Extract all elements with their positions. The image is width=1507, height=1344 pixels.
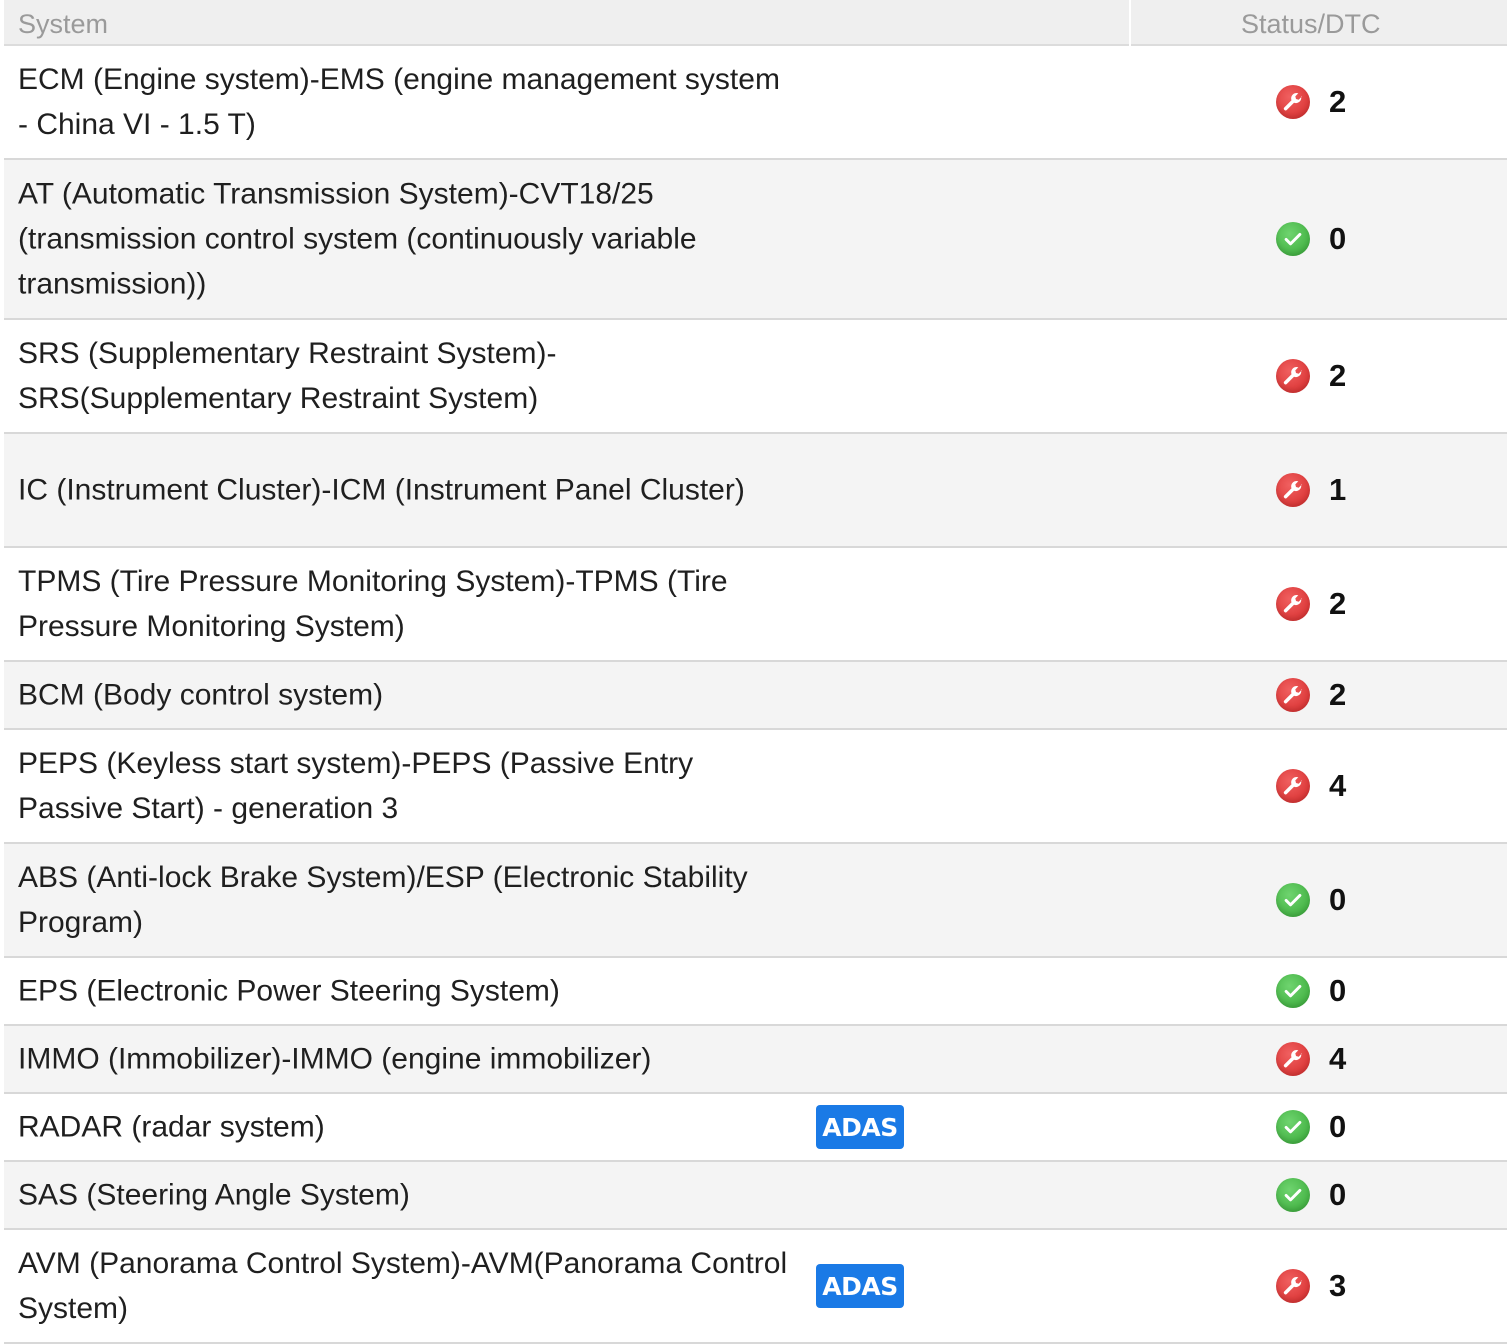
system-name: RADAR (radar system) [18, 1110, 325, 1144]
system-name: AVM (Panorama Control System)-AVM(Panora… [18, 1247, 788, 1325]
dtc-count: 4 [1329, 1041, 1347, 1076]
status-dtc: 4 [1276, 1041, 1346, 1077]
table-row[interactable]: EPS (Electronic Power Steering System) 0 [4, 958, 1507, 1026]
check-icon [1276, 974, 1310, 1008]
status-dtc: 3 [1276, 1268, 1346, 1304]
adas-badge: ADAS [816, 1105, 904, 1149]
table-row[interactable]: ECM (Engine system)-EMS (engine manageme… [4, 46, 1507, 160]
check-icon [1276, 1178, 1310, 1212]
wrench-icon [1276, 1269, 1310, 1303]
status-dtc: 0 [1276, 882, 1346, 918]
table-row[interactable]: AT (Automatic Transmission System)-CVT18… [4, 160, 1507, 320]
wrench-icon [1276, 473, 1310, 507]
system-name: SRS (Supplementary Restraint System)-SRS… [18, 337, 557, 415]
table-row[interactable]: BCM (Body control system) 2 [4, 662, 1507, 730]
wrench-icon [1276, 587, 1310, 621]
status-dtc: 4 [1276, 768, 1346, 804]
status-dtc: 1 [1276, 472, 1346, 508]
status-dtc: 0 [1276, 973, 1346, 1009]
wrench-icon [1276, 85, 1310, 119]
wrench-icon [1276, 769, 1310, 803]
system-name: SAS (Steering Angle System) [18, 1178, 410, 1212]
dtc-count: 2 [1329, 677, 1347, 712]
system-name: EPS (Electronic Power Steering System) [18, 974, 560, 1008]
wrench-icon [1276, 1042, 1310, 1076]
status-dtc: 2 [1276, 358, 1346, 394]
table-row[interactable]: IMMO (Immobilizer)-IMMO (engine immobili… [4, 1026, 1507, 1094]
table-row[interactable]: TPMS (Tire Pressure Monitoring System)-T… [4, 548, 1507, 662]
table-header: System Status/DTC [4, 0, 1507, 46]
dtc-count: 2 [1329, 84, 1347, 119]
column-header-status: Status/DTC [1241, 9, 1381, 39]
dtc-count: 0 [1329, 973, 1347, 1008]
check-icon [1276, 222, 1310, 256]
dtc-count: 0 [1329, 221, 1347, 256]
table-row[interactable]: ABS (Anti-lock Brake System)/ESP (Electr… [4, 844, 1507, 958]
check-icon [1276, 883, 1310, 917]
status-dtc: 2 [1276, 586, 1346, 622]
table-body: ECM (Engine system)-EMS (engine manageme… [4, 46, 1507, 1344]
dtc-count: 1 [1329, 472, 1347, 507]
wrench-icon [1276, 359, 1310, 393]
system-name: IMMO (Immobilizer)-IMMO (engine immobili… [18, 1042, 652, 1076]
table-row[interactable]: PEPS (Keyless start system)-PEPS (Passiv… [4, 730, 1507, 844]
system-name: IC (Instrument Cluster)-ICM (Instrument … [18, 473, 745, 507]
system-status-table: System Status/DTC ECM (Engine system)-EM… [4, 0, 1507, 1344]
system-name: PEPS (Keyless start system)-PEPS (Passiv… [18, 747, 694, 825]
status-dtc: 0 [1276, 221, 1346, 257]
table-row[interactable]: AVM (Panorama Control System)-AVM(Panora… [4, 1230, 1507, 1344]
status-dtc: 0 [1276, 1177, 1346, 1213]
system-name: AT (Automatic Transmission System)-CVT18… [18, 177, 697, 301]
dtc-count: 2 [1329, 358, 1347, 393]
system-name: TPMS (Tire Pressure Monitoring System)-T… [18, 565, 728, 643]
dtc-count: 0 [1329, 1177, 1347, 1212]
table-row[interactable]: IC (Instrument Cluster)-ICM (Instrument … [4, 434, 1507, 548]
table-row[interactable]: RADAR (radar system) ADAS 0 [4, 1094, 1507, 1162]
check-icon [1276, 1110, 1310, 1144]
table-row[interactable]: SAS (Steering Angle System) 0 [4, 1162, 1507, 1230]
dtc-count: 0 [1329, 1109, 1347, 1144]
status-dtc: 2 [1276, 84, 1346, 120]
dtc-count: 2 [1329, 586, 1347, 621]
column-header-system: System [18, 9, 109, 39]
adas-badge: ADAS [816, 1264, 904, 1308]
status-dtc: 0 [1276, 1109, 1346, 1145]
system-name: ABS (Anti-lock Brake System)/ESP (Electr… [18, 861, 748, 939]
dtc-count: 0 [1329, 882, 1347, 917]
system-name: ECM (Engine system)-EMS (engine manageme… [18, 63, 780, 141]
table-row[interactable]: SRS (Supplementary Restraint System)-SRS… [4, 320, 1507, 434]
system-name: BCM (Body control system) [18, 678, 384, 712]
status-dtc: 2 [1276, 677, 1346, 713]
dtc-count: 4 [1329, 768, 1347, 803]
column-divider [1129, 0, 1131, 46]
dtc-count: 3 [1329, 1268, 1347, 1303]
wrench-icon [1276, 678, 1310, 712]
